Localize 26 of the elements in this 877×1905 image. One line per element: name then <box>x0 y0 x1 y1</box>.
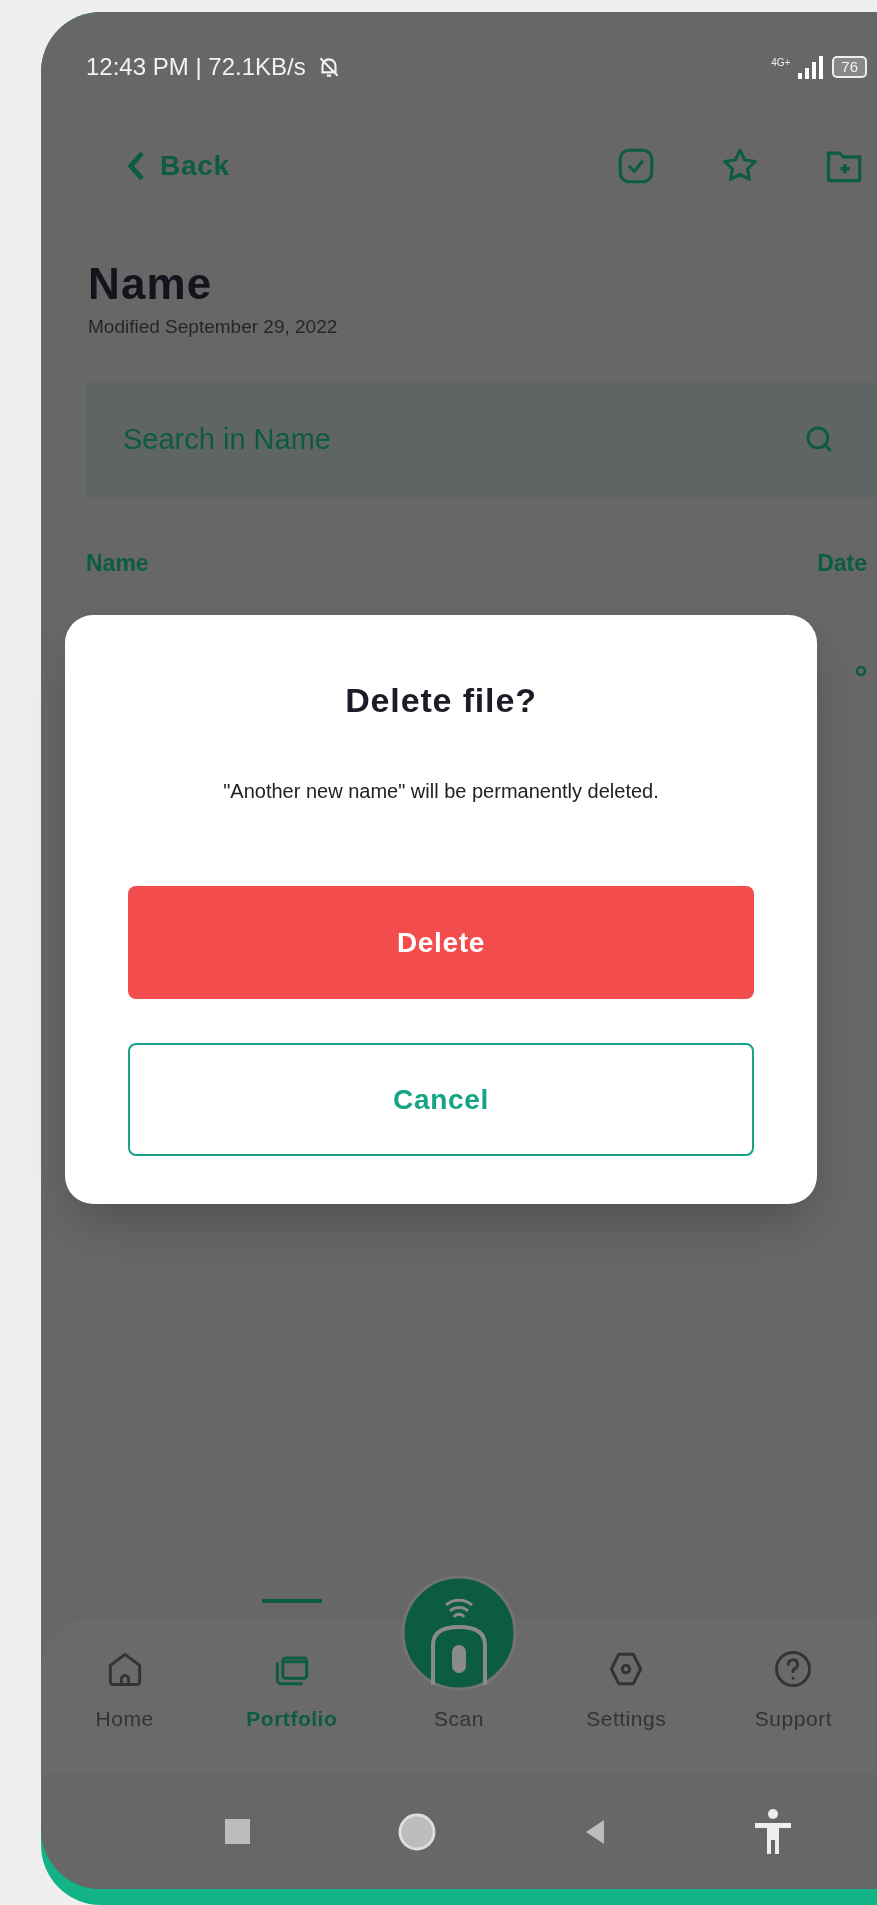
status-time-speed: 12:43 PM | 72.1KB/s <box>86 52 306 82</box>
tab-item[interactable]: Settings <box>542 1647 710 1735</box>
battery-level: 76 <box>832 56 867 78</box>
chevron-left-icon <box>126 152 144 180</box>
tab-item[interactable]: Support <box>709 1647 877 1735</box>
back-triangle-icon[interactable] <box>584 1817 607 1846</box>
accessibility-icon[interactable] <box>753 1807 794 1856</box>
recent-apps-icon[interactable] <box>224 1819 250 1844</box>
dialog-title: Delete file? <box>345 680 537 721</box>
tab-item[interactable]: Portfolio <box>208 1647 376 1735</box>
column-header[interactable]: Name <box>86 545 149 580</box>
home-circle-icon[interactable] <box>396 1811 437 1852</box>
delete-button[interactable]: Delete <box>128 886 754 999</box>
search-field[interactable]: Search in Name <box>86 381 877 498</box>
cancel-button[interactable]: Cancel <box>128 1043 754 1156</box>
modified-date: Modified September 29, 2022 <box>88 315 339 339</box>
column-header[interactable]: Date <box>817 545 867 580</box>
active-tab-indicator <box>261 1599 322 1603</box>
back-button[interactable]: Back <box>126 145 230 187</box>
page-title: Name <box>88 258 214 310</box>
scan-tab[interactable]: Scan <box>375 1575 543 1735</box>
tab-item[interactable]: Home <box>41 1647 209 1735</box>
network-type: 4G+ <box>771 56 791 70</box>
signal-icon <box>798 55 825 79</box>
circle-icon <box>855 665 867 677</box>
dialog-message: "Another new name" will be permanently deleted. <box>223 779 659 804</box>
